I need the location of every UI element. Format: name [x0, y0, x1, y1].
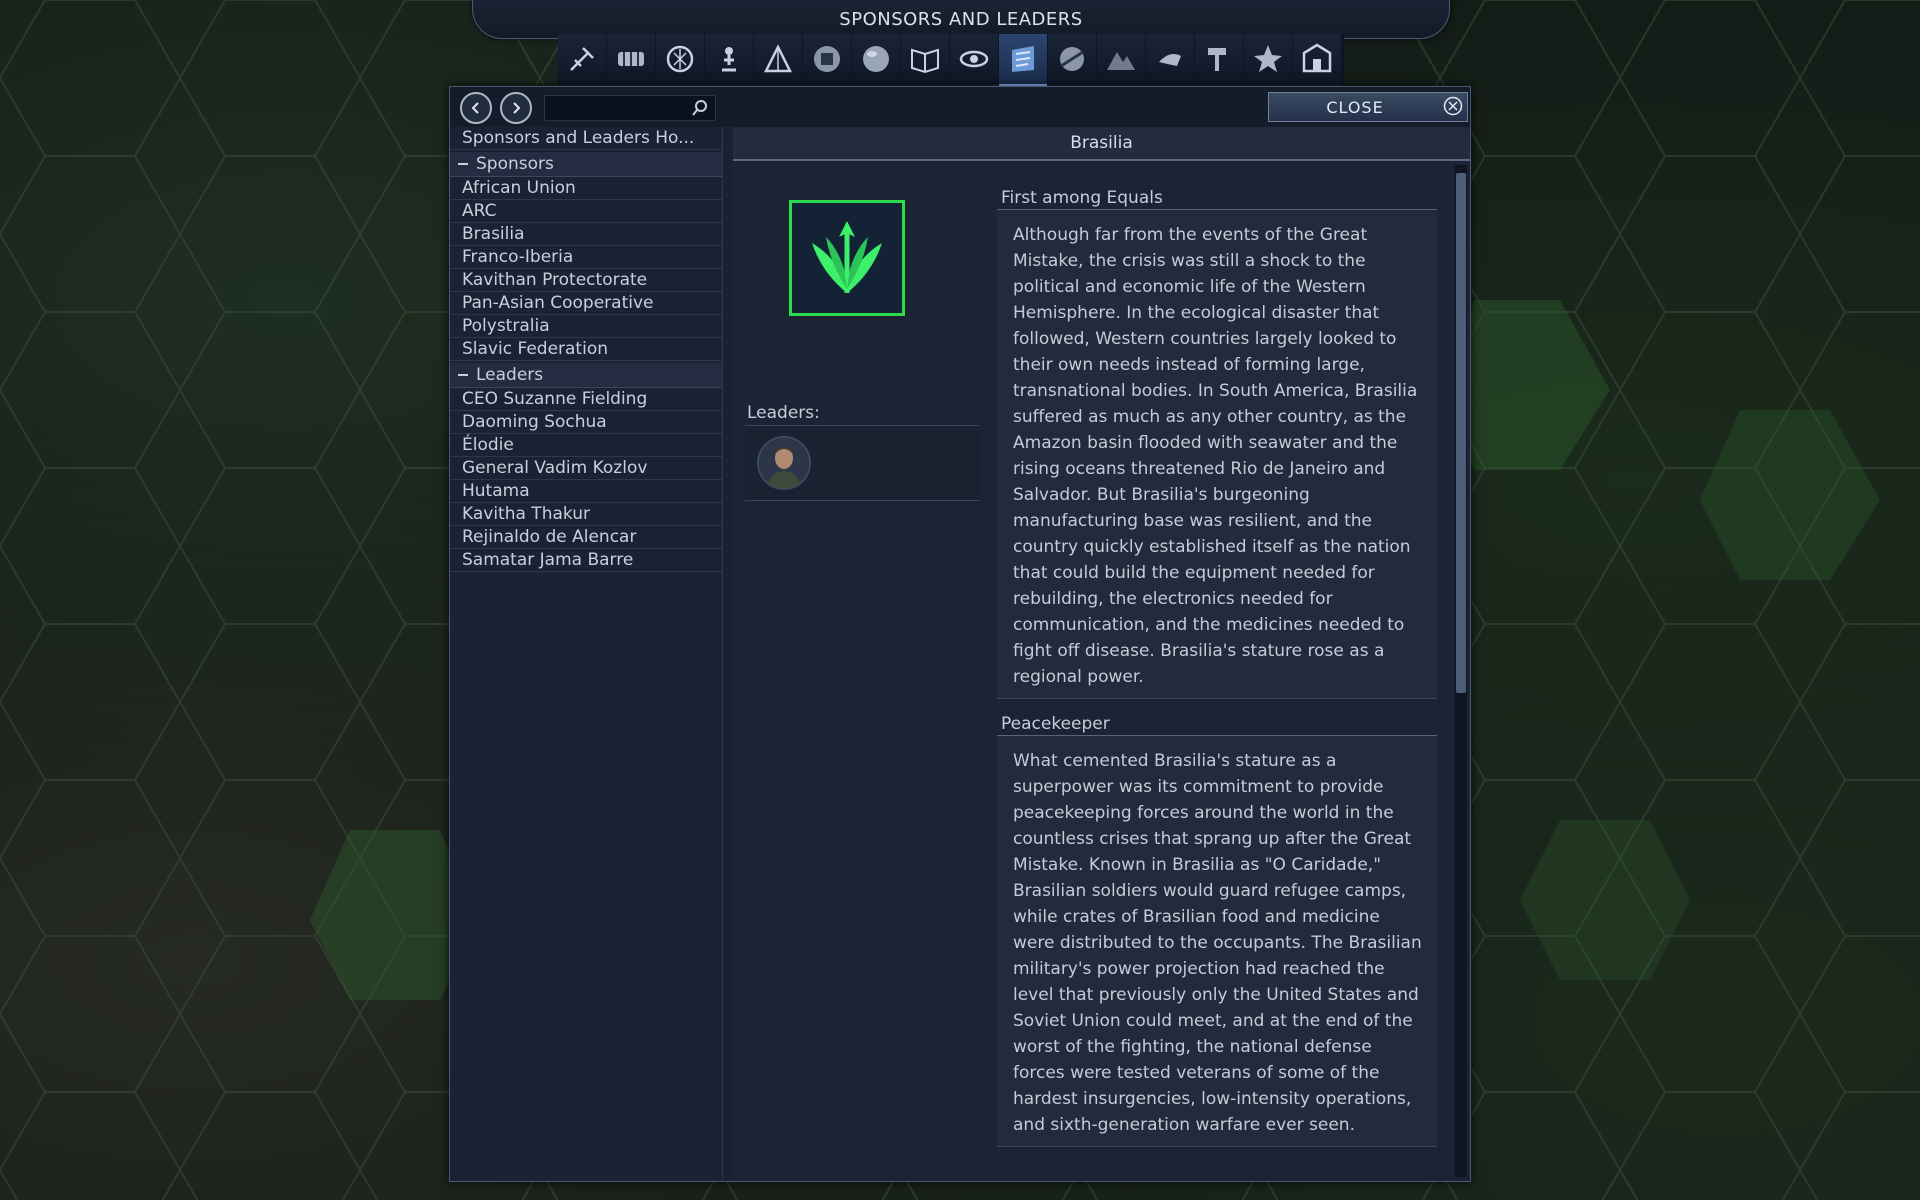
sidebar-group-label: Sponsors — [476, 154, 554, 174]
building-icon — [1302, 43, 1332, 73]
chevron-right-icon — [513, 102, 521, 114]
circuit-globe-icon — [666, 45, 694, 73]
collapse-icon — [458, 163, 468, 165]
close-button[interactable]: CLOSE — [1268, 92, 1468, 122]
person-unit-icon — [722, 47, 736, 72]
tab-home-tech[interactable] — [558, 34, 606, 86]
tab-resources[interactable] — [607, 34, 655, 86]
leaders-list — [745, 425, 979, 501]
sponsor-emblem — [789, 200, 905, 316]
sidebar-item-pan-asian-cooperative[interactable]: Pan-Asian Cooperative — [450, 292, 722, 315]
tab-wonders[interactable] — [803, 34, 851, 86]
tab-stations[interactable] — [1244, 34, 1292, 86]
leader-portrait-rejinaldo[interactable] — [757, 436, 811, 490]
tab-quests[interactable] — [901, 34, 949, 86]
sidebar-group-leaders[interactable]: Leaders — [450, 363, 722, 388]
planet-icon — [1060, 47, 1084, 71]
collapse-icon — [458, 374, 468, 376]
sidebar-item-arc[interactable]: ARC — [450, 200, 722, 223]
content-pane: Brasilia Leaders: First among Equals Alt… — [733, 127, 1470, 1181]
eye-icon — [959, 50, 989, 68]
chevron-left-icon — [471, 102, 479, 114]
mountain-icon — [1107, 52, 1135, 70]
tab-sponsors-and-leaders[interactable] — [999, 34, 1047, 86]
section-title: First among Equals — [997, 187, 1437, 210]
section-body: What cemented Brasilia's stature as a su… — [997, 736, 1437, 1147]
tab-technologies[interactable] — [656, 34, 704, 86]
hammer-icon — [1208, 48, 1226, 71]
content-header: Brasilia — [733, 127, 1470, 161]
tab-concepts[interactable] — [1293, 34, 1341, 86]
sidebar-item-home[interactable]: Sponsors and Leaders Ho... — [450, 127, 722, 150]
disc-icon — [814, 46, 840, 72]
tent-icon — [763, 44, 793, 73]
close-icon — [1443, 96, 1463, 116]
sidebar-item-samatar-jama-barre[interactable]: Samatar Jama Barre — [450, 549, 722, 572]
forward-button[interactable] — [500, 92, 532, 124]
tab-improvements[interactable] — [1195, 34, 1243, 86]
brasilia-emblem-icon — [812, 221, 882, 293]
content-title: Brasilia — [1070, 133, 1133, 153]
sidebar-group-label: Leaders — [476, 365, 544, 385]
sidebar-item-polystralia[interactable]: Polystralia — [450, 315, 722, 338]
section-body: Although far from the events of the Grea… — [997, 210, 1437, 699]
tab-affinities[interactable] — [950, 34, 998, 86]
sidebar-item-vadim-kozlov[interactable]: General Vadim Kozlov — [450, 457, 722, 480]
sponsor-globe-icon — [1012, 46, 1034, 72]
search-icon[interactable] — [691, 99, 709, 117]
sidebar-item-elodie[interactable]: Élodie — [450, 434, 722, 457]
close-label: CLOSE — [1326, 98, 1384, 117]
tab-resources-map[interactable] — [1146, 34, 1194, 86]
sidebar-item-daoming-sochua[interactable]: Daoming Sochua — [450, 411, 722, 434]
sidebar-item-franco-iberia[interactable]: Franco-Iberia — [450, 246, 722, 269]
tab-units[interactable] — [705, 34, 753, 86]
sidebar-item-slavic-federation[interactable]: Slavic Federation — [450, 338, 722, 361]
star-icon — [1254, 45, 1282, 72]
sidebar-item-brasilia[interactable]: Brasilia — [450, 223, 722, 246]
satellite-icon — [1159, 54, 1181, 66]
leaders-label: Leaders: — [747, 403, 820, 423]
tab-planet[interactable] — [1048, 34, 1096, 86]
scrollbar-thumb[interactable] — [1456, 173, 1466, 693]
article: First among Equals Although far from the… — [997, 187, 1437, 1147]
tab-terrain[interactable] — [1097, 34, 1145, 86]
scrollbar[interactable] — [1455, 165, 1467, 1177]
home-tech-icon — [570, 47, 594, 71]
sidebar-item-kavithan-protectorate[interactable]: Kavithan Protectorate — [450, 269, 722, 292]
leader-avatar — [759, 438, 809, 488]
category-tab-bar — [558, 34, 1344, 88]
sidebar-item-suzanne-fielding[interactable]: CEO Suzanne Fielding — [450, 388, 722, 411]
sphere-icon — [863, 46, 889, 72]
tab-buildings[interactable] — [754, 34, 802, 86]
back-button[interactable] — [460, 92, 492, 124]
sidebar-item-rejinaldo-de-alencar[interactable]: Rejinaldo de Alencar — [450, 526, 722, 549]
sidebar: Sponsors and Leaders Ho... Sponsors Afri… — [450, 127, 723, 1181]
sidebar-group-sponsors[interactable]: Sponsors — [450, 152, 722, 177]
civilopedia-window: CLOSE Sponsors and Leaders Ho... Sponsor… — [449, 86, 1471, 1182]
page-title: SPONSORS AND LEADERS — [839, 9, 1083, 30]
section-title: Peacekeeper — [997, 713, 1437, 736]
sidebar-item-kavitha-thakur[interactable]: Kavitha Thakur — [450, 503, 722, 526]
crates-icon — [618, 52, 644, 66]
open-book-icon — [911, 48, 939, 74]
sidebar-item-african-union[interactable]: African Union — [450, 177, 722, 200]
tab-virtues[interactable] — [852, 34, 900, 86]
search-input[interactable] — [549, 98, 683, 118]
search-box — [544, 95, 716, 121]
sidebar-item-hutama[interactable]: Hutama — [450, 480, 722, 503]
toolbar: CLOSE — [450, 87, 1470, 127]
